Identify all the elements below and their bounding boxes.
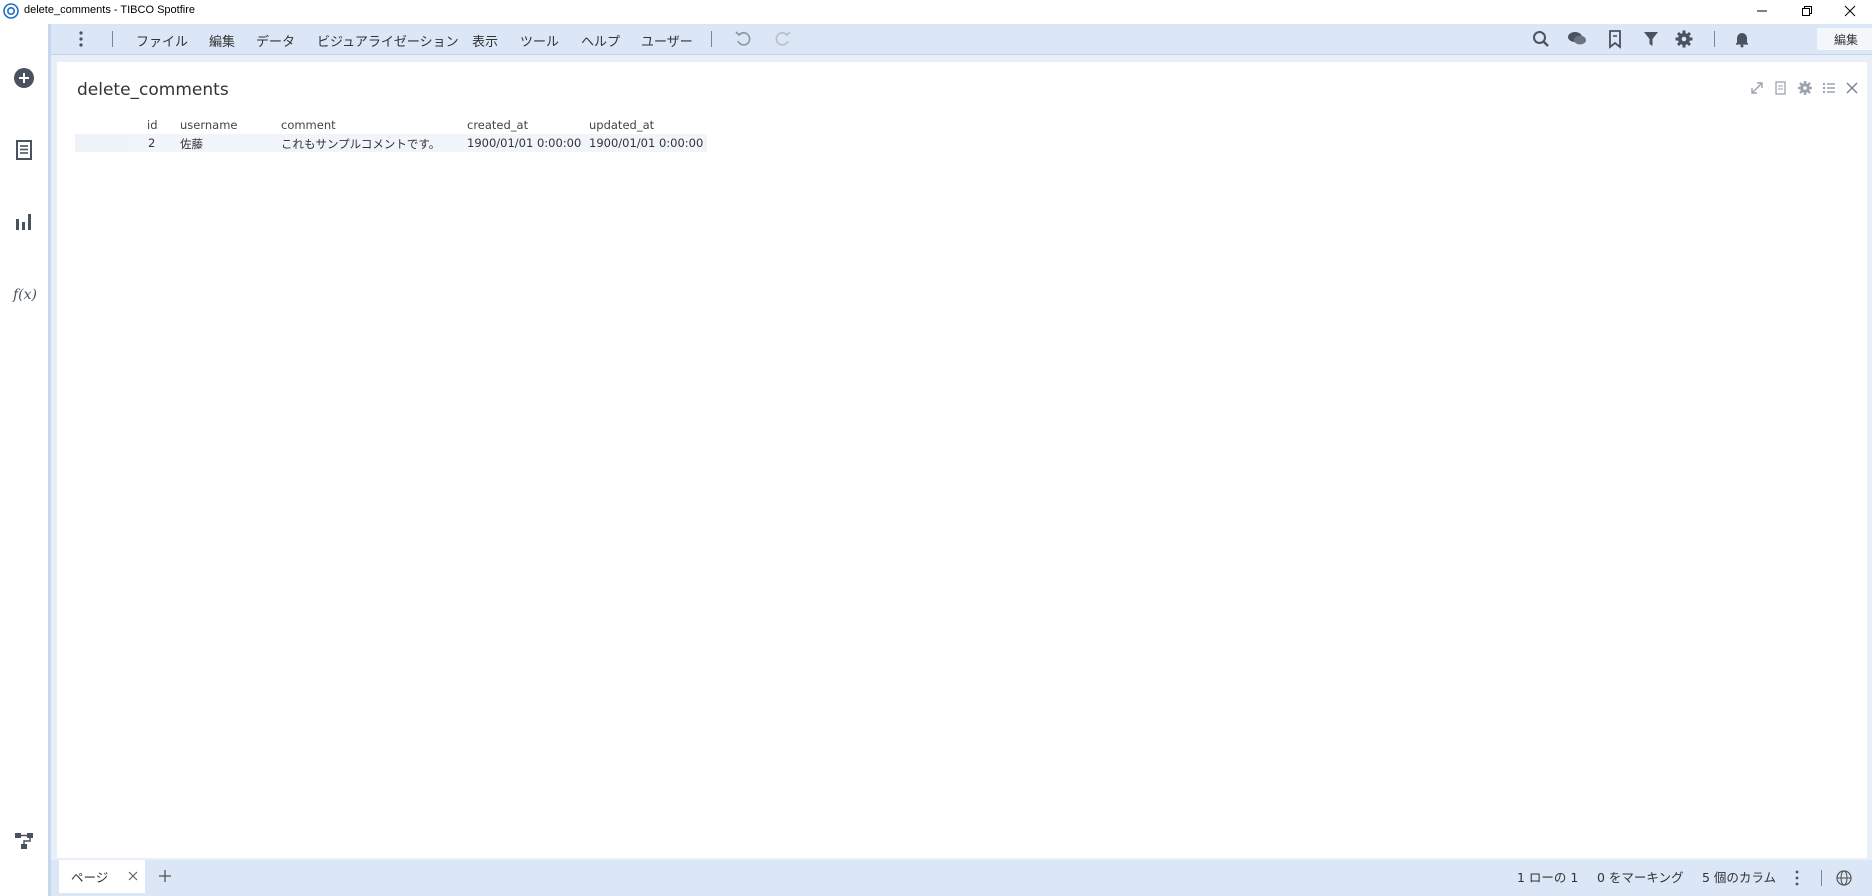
cell-comment: これもサンプルコメントです。 [281, 137, 441, 151]
undo-icon[interactable] [733, 29, 753, 49]
close-icon [1844, 5, 1856, 17]
add-data-icon[interactable] [12, 66, 36, 90]
minimize-icon [1757, 10, 1767, 12]
cell-updated-at: 1900/01/01 0:00:00 [589, 136, 704, 150]
page-tab-label: ページ [71, 870, 109, 885]
column-header-id[interactable]: id [147, 118, 158, 132]
page-tab[interactable]: ページ [59, 860, 145, 893]
more-options-icon[interactable] [71, 29, 91, 49]
menu-tools[interactable]: ツール [520, 31, 559, 50]
settings-gear-icon[interactable] [1674, 29, 1694, 49]
cell-id: 2 [148, 136, 156, 150]
status-marking-count: 0 をマーキング [1597, 870, 1684, 885]
menu-help[interactable]: ヘルプ [581, 31, 620, 50]
function-icon[interactable]: f(x) [12, 282, 36, 306]
menu-file[interactable]: ファイル [136, 31, 188, 50]
menu-separator [112, 31, 113, 47]
window-title: delete_comments - TIBCO Spotfire [24, 4, 195, 16]
close-page-icon[interactable] [128, 871, 138, 881]
left-sidebar: f(x) [0, 24, 49, 896]
visualization-toolbar [1749, 80, 1859, 98]
close-window-button[interactable] [1828, 0, 1872, 22]
table-row[interactable]: 2 佐藤 これもサンプルコメントです。 1900/01/01 0:00:00 1… [75, 134, 707, 152]
maximize-icon[interactable] [1749, 80, 1765, 96]
cell-username: 佐藤 [180, 137, 203, 151]
restore-button[interactable] [1785, 0, 1829, 22]
search-icon[interactable] [1531, 29, 1551, 49]
restore-icon [1802, 6, 1812, 16]
redo-icon[interactable] [773, 29, 793, 49]
menu-separator [711, 31, 712, 47]
filter-icon[interactable] [1641, 29, 1661, 49]
menu-separator [1714, 31, 1715, 47]
collaboration-icon[interactable] [1567, 29, 1587, 49]
cell-created-at: 1900/01/01 0:00:00 [467, 136, 582, 150]
column-header-updated-at[interactable]: updated_at [589, 118, 654, 132]
menu-user[interactable]: ユーザー [641, 31, 693, 50]
column-header-username[interactable]: username [180, 118, 238, 132]
svg-text:f(x): f(x) [12, 287, 36, 303]
close-visualization-icon[interactable] [1844, 80, 1860, 96]
status-separator [1821, 870, 1822, 886]
column-header-created-at[interactable]: created_at [467, 118, 528, 132]
data-flow-icon[interactable] [12, 829, 36, 853]
status-more-options-icon[interactable] [1787, 868, 1807, 888]
details-icon[interactable] [1773, 80, 1789, 96]
visualization-types-icon[interactable] [12, 210, 36, 234]
menu-bar: ファイル 編集 データ ビジュアライゼーション 表示 ツール ヘルプ ユーザー [51, 24, 1872, 55]
mode-dropdown[interactable]: 編集 [1817, 28, 1872, 50]
viz-settings-gear-icon[interactable] [1797, 80, 1813, 96]
minimize-button[interactable] [1740, 0, 1784, 22]
menu-visualization[interactable]: ビジュアライゼーション [317, 31, 459, 50]
column-header-comment[interactable]: comment [281, 118, 336, 132]
status-row-count: 1 ローの 1 [1517, 870, 1579, 885]
mode-selected-label: 編集 [1834, 33, 1859, 47]
window-title-bar: delete_comments - TIBCO Spotfire [0, 0, 1872, 24]
row-selector[interactable] [75, 134, 129, 152]
bookmark-icon[interactable] [1605, 29, 1625, 49]
menu-view[interactable]: 表示 [472, 31, 498, 50]
add-page-icon[interactable] [155, 866, 175, 886]
table-visualization[interactable]: delete_comments id username comment crea… [57, 62, 1867, 858]
visualization-title: delete_comments [77, 80, 229, 100]
data-table-icon[interactable] [12, 138, 36, 162]
menu-edit[interactable]: 編集 [209, 31, 235, 50]
menu-data[interactable]: データ [256, 31, 295, 50]
spotfire-logo-icon [3, 3, 19, 19]
status-column-count: 5 個のカラム [1702, 870, 1777, 885]
notification-bell-icon[interactable] [1732, 29, 1752, 49]
status-bar: ページ 1 ローの 1 0 をマーキング 5 個のカラム [51, 860, 1872, 896]
globe-icon[interactable] [1834, 868, 1854, 888]
list-menu-icon[interactable] [1821, 80, 1837, 96]
